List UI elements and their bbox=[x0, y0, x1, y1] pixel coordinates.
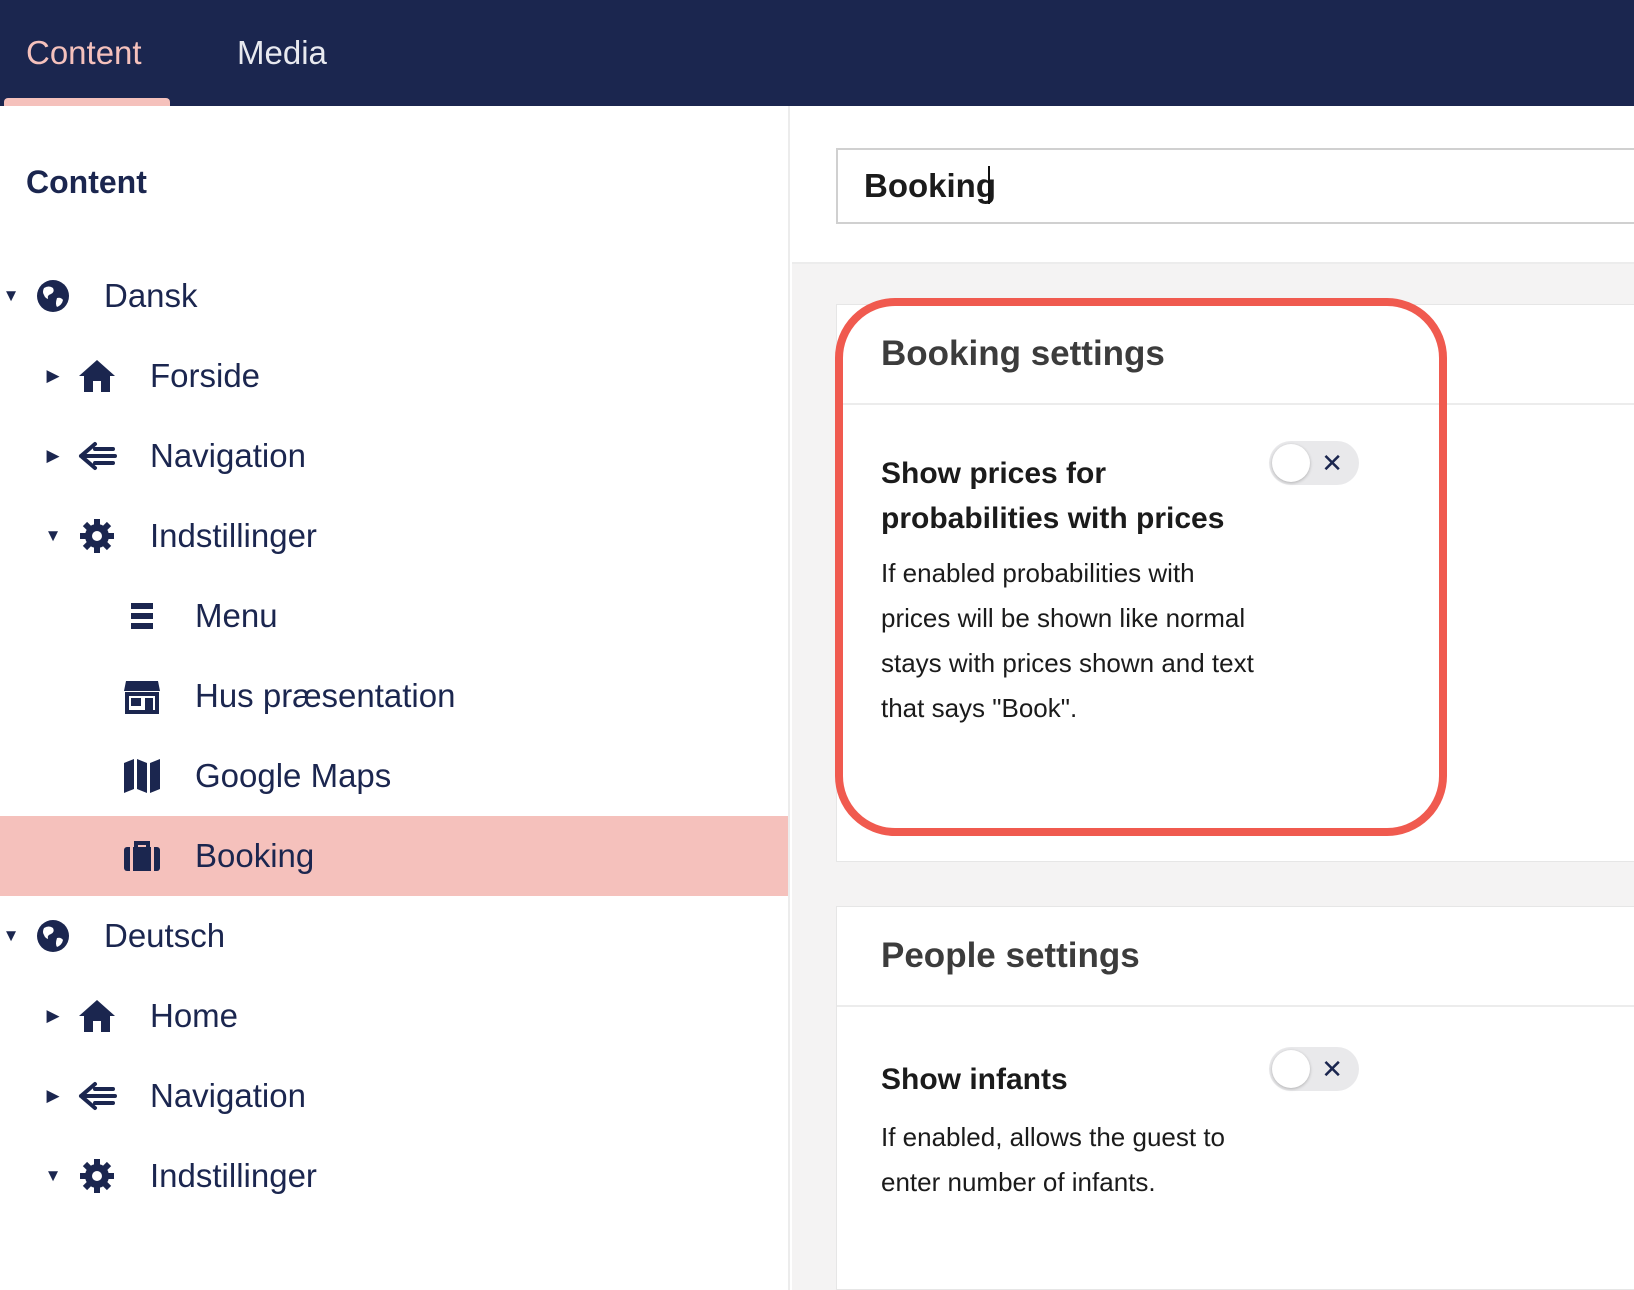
tree-item-hus-praesentation[interactable]: Hus præsentation bbox=[0, 656, 788, 736]
caret-down-icon[interactable]: ▼ bbox=[0, 256, 22, 336]
tree-item-label: Deutsch bbox=[104, 917, 226, 954]
tree-item-label: Home bbox=[150, 997, 239, 1034]
tree-item-label: Navigation bbox=[150, 437, 306, 474]
caret-down-icon[interactable]: ▼ bbox=[42, 496, 64, 576]
caret-down-icon[interactable]: ▼ bbox=[42, 1136, 64, 1216]
tree-item-menu[interactable]: Menu bbox=[0, 576, 788, 656]
tree-item-label: Forside bbox=[150, 357, 261, 394]
show-prices-toggle[interactable]: ✕ bbox=[1269, 441, 1359, 485]
active-tab-indicator bbox=[4, 98, 170, 106]
panel-title: People settings bbox=[881, 936, 1140, 975]
tree-item-forside[interactable]: ▶ Forside bbox=[0, 336, 788, 416]
gear-icon bbox=[75, 1136, 119, 1216]
home-icon bbox=[75, 336, 119, 416]
globe-icon bbox=[31, 896, 75, 976]
tree-item-indstillinger[interactable]: ▼ Indstillinger bbox=[0, 1136, 788, 1216]
tree-item-navigation[interactable]: ▶ Navigation bbox=[0, 416, 788, 496]
navigation-icon bbox=[75, 416, 119, 496]
tree-item-navigation[interactable]: ▶ Navigation bbox=[0, 1056, 788, 1136]
tree-item-label: Hus præsentation bbox=[195, 677, 456, 714]
content-editor: Booking settings Show prices for probabi… bbox=[792, 106, 1634, 1290]
tree-item-home[interactable]: ▶ Home bbox=[0, 976, 788, 1056]
globe-icon bbox=[31, 256, 75, 336]
show-prices-label: Show prices for probabilities with price… bbox=[881, 457, 1225, 535]
briefcase-icon bbox=[120, 816, 164, 896]
gear-icon bbox=[75, 496, 119, 576]
tree-item-dansk[interactable]: ▼ Dansk bbox=[0, 256, 788, 336]
tab-media[interactable]: Media bbox=[237, 0, 327, 106]
caret-right-icon[interactable]: ▶ bbox=[42, 976, 64, 1056]
tab-content[interactable]: Content bbox=[26, 0, 142, 106]
booking-settings-panel: Booking settings Show prices for probabi… bbox=[836, 304, 1634, 862]
close-icon: ✕ bbox=[1321, 447, 1343, 478]
tree-item-label: Navigation bbox=[150, 1077, 306, 1114]
node-name-input[interactable] bbox=[836, 148, 1634, 224]
tree-item-label: Dansk bbox=[104, 277, 198, 314]
panel-divider bbox=[837, 1005, 1634, 1007]
close-icon: ✕ bbox=[1321, 1053, 1343, 1084]
show-infants-toggle[interactable]: ✕ bbox=[1269, 1047, 1359, 1091]
tree-item-label: Indstillinger bbox=[150, 517, 317, 554]
home-icon bbox=[75, 976, 119, 1056]
navigation-icon bbox=[75, 1056, 119, 1136]
caret-right-icon[interactable]: ▶ bbox=[42, 416, 64, 496]
tree-item-label: Menu bbox=[195, 597, 278, 634]
tree-item-label: Booking bbox=[195, 837, 315, 874]
caret-right-icon[interactable]: ▶ bbox=[42, 336, 64, 416]
toggle-knob bbox=[1272, 444, 1310, 482]
show-infants-description: If enabled, allows the guest to enter nu… bbox=[881, 1122, 1226, 1197]
tree-item-booking[interactable]: Booking bbox=[0, 816, 788, 896]
caret-right-icon[interactable]: ▶ bbox=[42, 1056, 64, 1136]
sidebar-title: Content bbox=[26, 164, 147, 200]
store-icon bbox=[120, 656, 164, 736]
panel-title: Booking settings bbox=[881, 334, 1165, 373]
people-settings-panel: People settings Show infants If enabled,… bbox=[836, 906, 1634, 1290]
toggle-knob bbox=[1272, 1050, 1310, 1088]
map-icon bbox=[120, 736, 164, 816]
tree-item-label: Google Maps bbox=[195, 757, 392, 794]
tree-item-label: Indstillinger bbox=[150, 1157, 317, 1194]
panel-divider bbox=[837, 403, 1634, 405]
text-cursor bbox=[988, 166, 990, 204]
tree-item-deutsch[interactable]: ▼ Deutsch bbox=[0, 896, 788, 976]
show-infants-label: Show infants bbox=[881, 1063, 1068, 1096]
tree-item-google-maps[interactable]: Google Maps bbox=[0, 736, 788, 816]
content-tree-sidebar: Content ▼ Dansk ▶ Forside ▶ Navigation ▼… bbox=[0, 106, 790, 1290]
caret-down-icon[interactable]: ▼ bbox=[0, 896, 22, 976]
list-icon bbox=[120, 576, 164, 656]
show-prices-description: If enabled probabilities with prices wil… bbox=[881, 558, 1254, 723]
editor-header bbox=[792, 106, 1634, 264]
tree-item-indstillinger[interactable]: ▼ Indstillinger bbox=[0, 496, 788, 576]
top-navigation-bar: Content Media bbox=[0, 0, 1634, 106]
